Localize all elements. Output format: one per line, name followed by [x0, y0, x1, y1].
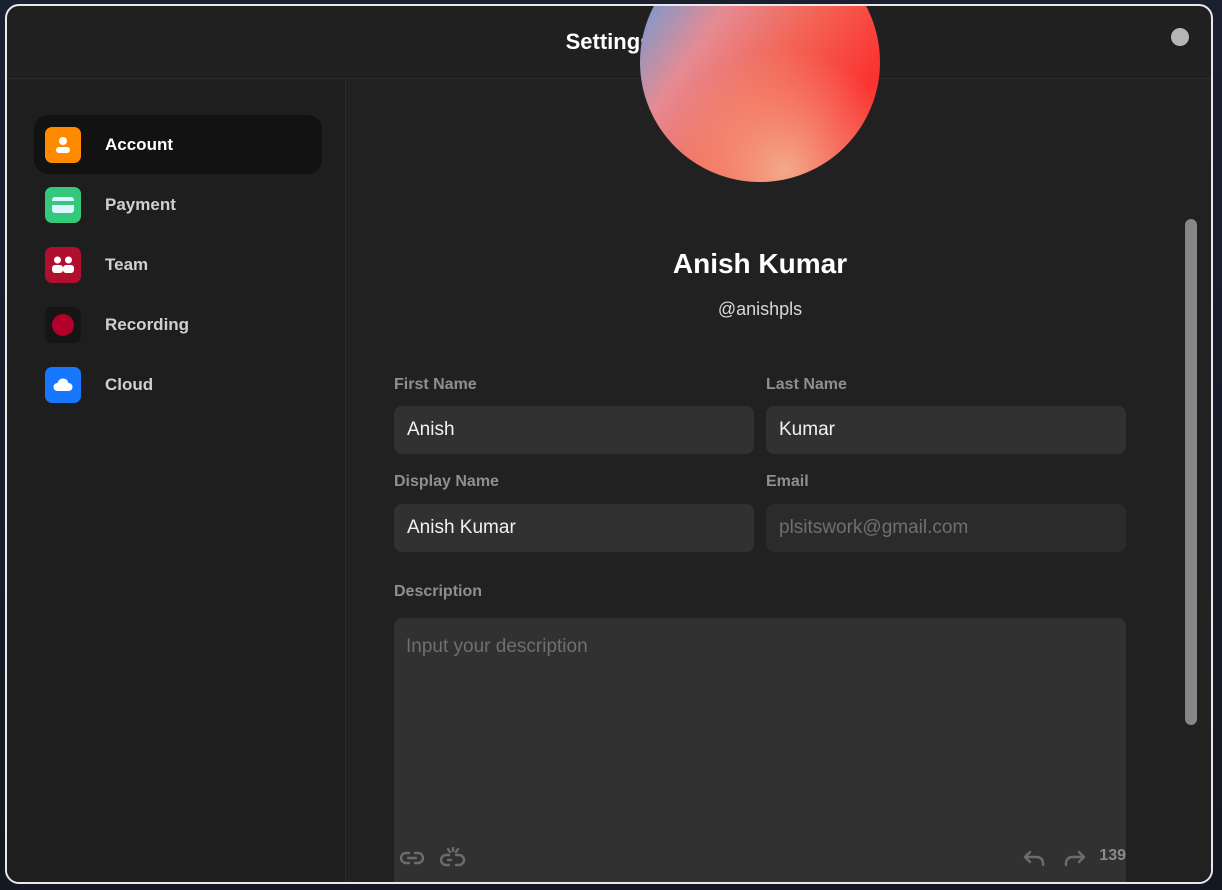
display-name-field[interactable]: Anish Kumar: [394, 504, 754, 552]
sidebar-item-label: Cloud: [105, 374, 154, 394]
avatar[interactable]: [640, 6, 880, 182]
window-control-dot[interactable]: [1171, 28, 1189, 46]
window-title: Settings: [565, 29, 653, 54]
team-icon: [45, 246, 81, 283]
description-label: Description: [394, 583, 483, 600]
credit-card-icon: [45, 186, 81, 223]
display-name-label: Display Name: [394, 473, 499, 490]
sidebar-item-cloud[interactable]: Cloud: [34, 355, 322, 414]
sidebar-item-payment[interactable]: Payment: [34, 175, 322, 234]
undo-icon[interactable]: [1021, 846, 1047, 870]
title-bar: Settings: [7, 6, 1211, 79]
settings-window: Settings Account Payment Team Recording …: [5, 4, 1213, 884]
sidebar-item-label: Team: [105, 254, 149, 274]
profile-handle: @anishpls: [717, 299, 803, 319]
profile-name: Anish Kumar: [672, 248, 848, 279]
sidebar-item-team[interactable]: Team: [34, 235, 322, 294]
sidebar-item-label: Recording: [105, 314, 190, 334]
email-field[interactable]: plsitswork@gmail.com: [766, 504, 1126, 552]
account-panel: Anish Kumar @anishpls First Name Anish L…: [347, 6, 1211, 882]
last-name-label: Last Name: [766, 376, 847, 393]
sidebar-item-recording[interactable]: Recording: [34, 295, 322, 354]
cloud-icon: [45, 366, 81, 403]
link-icon[interactable]: [399, 846, 425, 870]
first-name-label: First Name: [394, 376, 477, 393]
description-textarea[interactable]: Input your description 139: [394, 618, 1126, 882]
email-label: Email: [766, 473, 809, 490]
description-placeholder: Input your description: [406, 636, 588, 657]
sidebar: Account Payment Team Recording Cloud: [7, 80, 346, 882]
sidebar-item-label: Account: [105, 134, 173, 154]
redo-icon[interactable]: [1062, 846, 1088, 870]
unlink-icon[interactable]: [440, 846, 466, 870]
first-name-field[interactable]: Anish: [394, 406, 754, 454]
record-icon: [45, 306, 81, 343]
sidebar-item-label: Payment: [105, 194, 176, 214]
scrollbar[interactable]: [1185, 219, 1197, 725]
sidebar-item-account[interactable]: Account: [34, 115, 322, 174]
user-icon: [45, 126, 81, 163]
last-name-field[interactable]: Kumar: [766, 406, 1126, 454]
char-count: 139: [1099, 847, 1126, 864]
